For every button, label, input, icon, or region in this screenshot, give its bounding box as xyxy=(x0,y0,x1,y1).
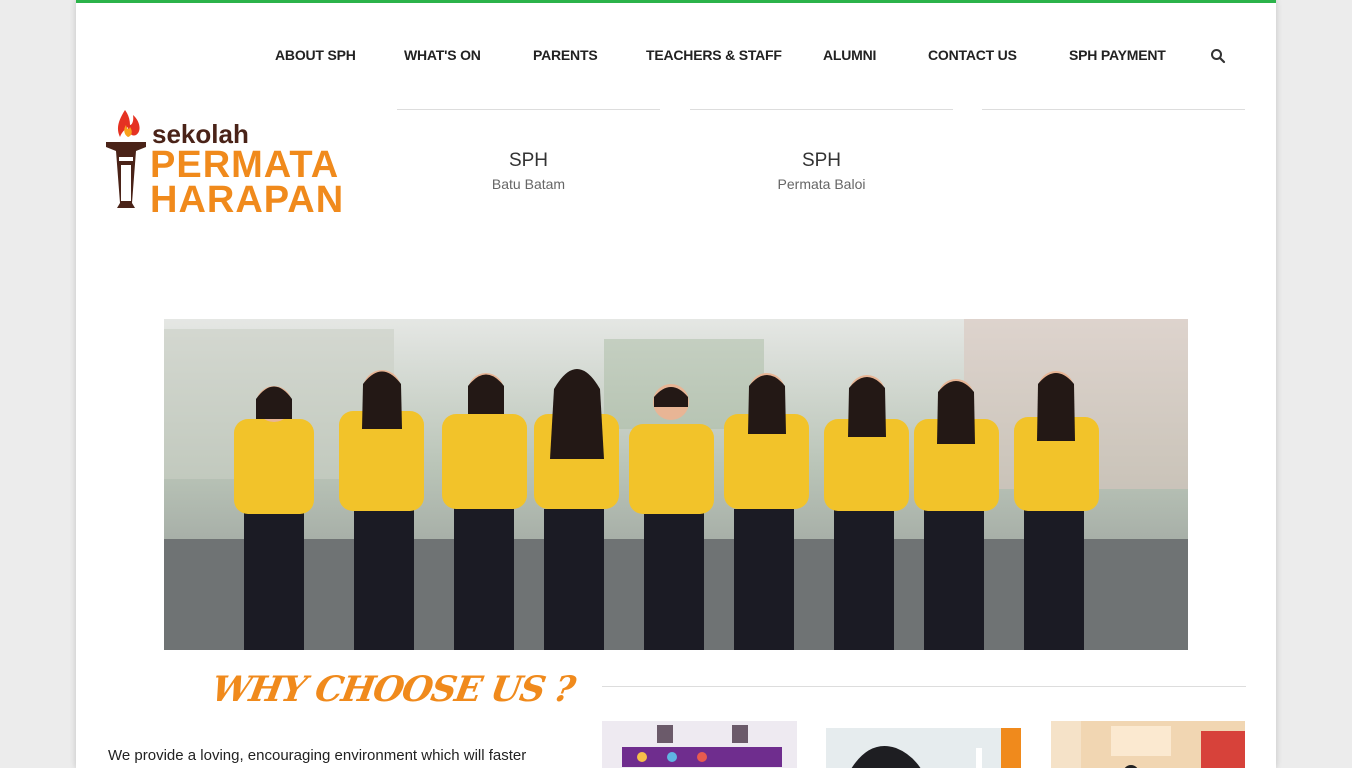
nav-item-contact-us[interactable]: CONTACT US xyxy=(928,47,1017,63)
nav-item-parents[interactable]: PARENTS xyxy=(533,47,598,63)
why-choose-us-heading: WHY CHOOSE US ? xyxy=(208,669,578,710)
torch-icon: sekolah PERMATA HARAPAN xyxy=(106,110,344,221)
gallery-thumbnail[interactable] xyxy=(826,728,1021,768)
nav-item-about-sph[interactable]: ABOUT SPH xyxy=(275,47,356,63)
campus-link-batu-batam[interactable]: SPH Batu Batam xyxy=(397,109,660,205)
main-navigation: ABOUT SPH WHAT'S ON PARENTS TEACHERS & S… xyxy=(76,3,1276,111)
page-container: ABOUT SPH WHAT'S ON PARENTS TEACHERS & S… xyxy=(76,0,1276,768)
campus-link-permata-baloi[interactable]: SPH Permata Baloi xyxy=(690,109,953,205)
gallery-thumbnail[interactable] xyxy=(1051,721,1245,768)
nav-item-teachers-staff[interactable]: TEACHERS & STAFF xyxy=(646,47,782,63)
nav-item-sph-payment[interactable]: SPH PAYMENT xyxy=(1069,47,1166,63)
campus-title: SPH xyxy=(801,150,842,171)
svg-text:HARAPAN: HARAPAN xyxy=(150,179,344,219)
campus-title: SPH xyxy=(508,150,549,171)
why-choose-us-text: We provide a loving, encouraging environ… xyxy=(108,747,527,764)
gallery-thumbnail[interactable] xyxy=(602,721,797,768)
campus-divider xyxy=(982,109,1245,110)
campus-subtitle: Permata Baloi xyxy=(777,176,866,192)
section-divider xyxy=(602,686,1246,687)
campus-subtitle: Batu Batam xyxy=(491,176,566,192)
school-logo[interactable]: sekolah PERMATA HARAPAN xyxy=(106,107,368,221)
hero-banner xyxy=(164,319,1188,650)
nav-item-whats-on[interactable]: WHAT'S ON xyxy=(404,47,481,63)
search-icon[interactable] xyxy=(1210,48,1226,64)
nav-item-alumni[interactable]: ALUMNI xyxy=(823,47,876,63)
hero-image xyxy=(164,319,1188,650)
